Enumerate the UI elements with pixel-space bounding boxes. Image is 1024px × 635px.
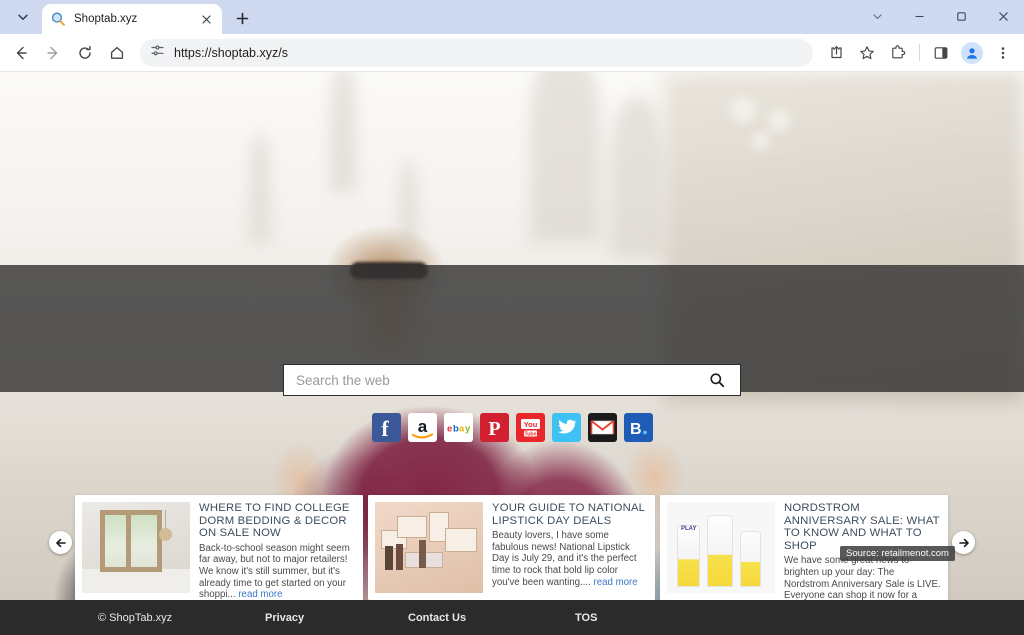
address-bar-url: https://shoptab.xyz/s [174,46,288,60]
share-icon[interactable] [821,38,851,68]
page-settings-icon[interactable] [150,43,165,63]
toolbar-right-actions [821,38,1018,68]
article-card[interactable]: YOUR GUIDE TO NATIONAL LIPSTICK DAY DEAL… [368,495,655,600]
tab-strip: Shoptab.xyz [0,0,1024,34]
article-title: WHERE TO FIND COLLEGE DORM BEDDING & DEC… [199,502,356,540]
new-tab-button[interactable] [228,4,256,32]
reload-icon[interactable] [70,38,100,68]
article-excerpt: Beauty lovers, I have some fabulous news… [492,530,648,588]
search-placeholder: Search the web [296,373,706,388]
toolbar-divider [919,44,920,61]
three-dot-menu-icon[interactable] [988,38,1018,68]
supergoop-sunscreen-thumbnail: PLAY [667,502,775,593]
article-card-body: WHERE TO FIND COLLEGE DORM BEDDING & DEC… [199,502,356,593]
extensions-puzzle-icon[interactable] [883,38,913,68]
read-more-link[interactable]: read more [594,577,638,588]
article-card[interactable]: WHERE TO FIND COLLEGE DORM BEDDING & DEC… [75,495,363,600]
side-panel-icon[interactable] [926,38,956,68]
browser-toolbar: https://shoptab.xyz/s [0,34,1024,72]
article-card-body: YOUR GUIDE TO NATIONAL LIPSTICK DAY DEAL… [492,502,648,593]
star-icon[interactable] [852,38,882,68]
dorm-bedding-thumbnail [82,502,190,593]
lipstick-palette-thumbnail [375,502,483,593]
browser-tab[interactable]: Shoptab.xyz [42,4,222,34]
article-excerpt: Back-to-school season might seem far awa… [199,543,356,601]
source-attribution-badge: Source: retailmenot.com [840,546,955,561]
article-title: YOUR GUIDE TO NATIONAL LIPSTICK DAY DEAL… [492,502,648,527]
footer-link-contact[interactable]: Contact Us [408,612,466,624]
read-more-link[interactable]: read more [238,589,282,600]
back-arrow-icon[interactable] [6,38,36,68]
page-viewport: Search the web f a e b a [0,72,1024,635]
magnifier-favicon [50,11,66,27]
tab-search-chevron-icon[interactable] [6,3,40,31]
window-maximize-button[interactable] [940,0,982,32]
footer-link-privacy[interactable]: Privacy [265,612,304,624]
window-close-button[interactable] [982,0,1024,32]
window-minimize-button[interactable] [898,0,940,32]
footer-copyright: © ShopTab.xyz [98,612,172,624]
browser-window: Shoptab.xyz [0,0,1024,635]
search-submit-icon[interactable] [706,372,728,388]
page-footer: © ShopTab.xyz Privacy Contact Us TOS [0,600,1024,635]
carousel-next-button[interactable] [952,531,975,554]
search-area: Search the web [283,364,741,396]
window-controls [856,0,1024,32]
footer-link-tos[interactable]: TOS [575,612,597,624]
search-input[interactable]: Search the web [283,364,741,396]
forward-arrow-icon[interactable] [38,38,68,68]
article-carousel: WHERE TO FIND COLLEGE DORM BEDDING & DEC… [0,395,1024,607]
tab-title: Shoptab.xyz [74,13,190,25]
window-chevron-icon[interactable] [856,0,898,32]
address-bar[interactable]: https://shoptab.xyz/s [140,39,813,67]
tab-close-icon[interactable] [198,11,214,27]
carousel-prev-button[interactable] [49,531,72,554]
home-icon[interactable] [102,38,132,68]
profile-avatar-icon[interactable] [961,42,983,64]
article-title: NORDSTROM ANNIVERSARY SALE: WHAT TO KNOW… [784,502,941,552]
